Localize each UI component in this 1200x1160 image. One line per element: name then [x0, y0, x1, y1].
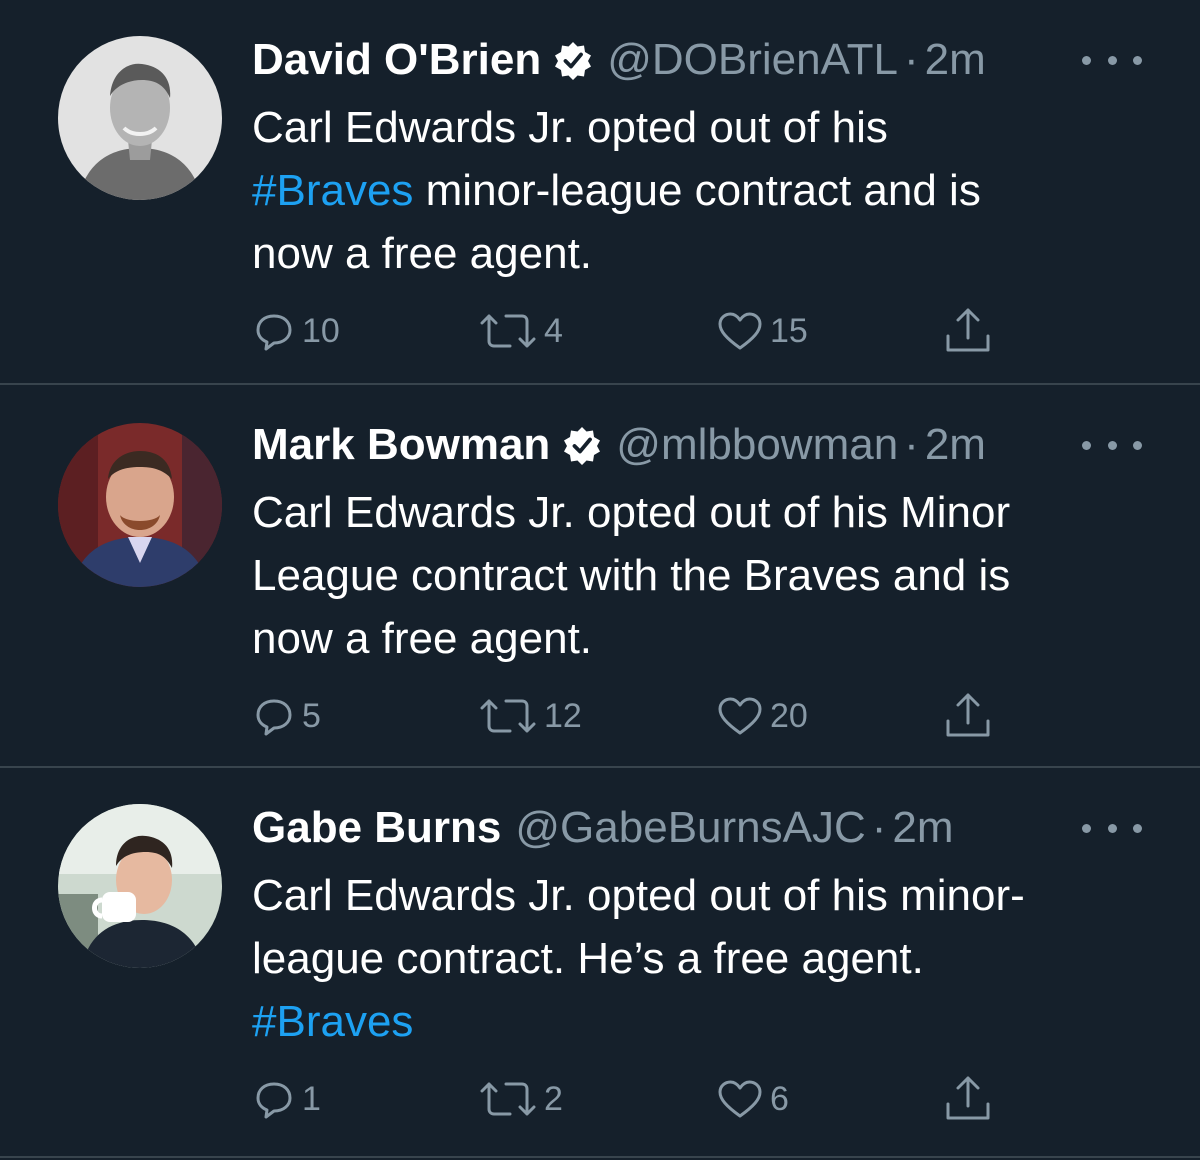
text-segment: now a free agent.: [252, 229, 593, 278]
retweet-icon: [480, 699, 536, 733]
text-segment: minor-league contract and is: [413, 166, 981, 215]
more-icon[interactable]: [1082, 42, 1142, 78]
tweet-feed: David O'Brien @DOBrienATL · 2m Carl Edwa…: [0, 0, 1200, 1160]
tweet-text: Carl Edwards Jr. opted out of his #Brave…: [252, 96, 1152, 285]
retweet-button[interactable]: 4: [478, 306, 563, 356]
tweet[interactable]: Mark Bowman @mlbbowman · 2m Carl Edwards…: [0, 385, 1200, 767]
timestamp[interactable]: 2m: [925, 30, 986, 90]
more-icon[interactable]: [1082, 427, 1142, 463]
avatar[interactable]: [58, 423, 222, 587]
tweet-actions: 5 12 20: [0, 691, 1200, 741]
tweet[interactable]: Gabe Burns @GabeBurnsAJC · 2m Carl Edwar…: [0, 768, 1200, 1158]
retweet-count: 2: [544, 1079, 563, 1118]
text-segment: now a free agent.: [252, 614, 593, 663]
tweet-actions: 10 4 15: [0, 306, 1200, 356]
tweet-header: David O'Brien @DOBrienATL · 2m: [252, 30, 986, 90]
like-button[interactable]: 15: [716, 306, 808, 356]
reply-count: 10: [302, 311, 340, 350]
tweet-text-line: league contract. He’s a free agent.: [252, 927, 1152, 990]
timestamp[interactable]: 2m: [892, 798, 953, 858]
like-icon: [718, 312, 762, 350]
user-handle[interactable]: @mlbbowman: [616, 415, 898, 475]
verified-badge-icon: [553, 40, 593, 80]
reply-button[interactable]: 10: [252, 306, 340, 356]
tweet-text-line: Carl Edwards Jr. opted out of his Minor: [252, 481, 1152, 544]
avatar[interactable]: [58, 36, 222, 200]
share-button[interactable]: [942, 1074, 994, 1124]
avatar-image: [58, 804, 222, 968]
reply-count: 5: [302, 696, 321, 735]
tweet-text-line: Carl Edwards Jr. opted out of his minor-: [252, 864, 1152, 927]
separator-dot: ·: [871, 803, 887, 852]
separator-dot: ·: [904, 420, 919, 469]
like-button[interactable]: 6: [716, 1074, 789, 1124]
display-name[interactable]: Gabe Burns: [252, 798, 501, 858]
retweet-button[interactable]: 2: [478, 1074, 563, 1124]
like-count: 6: [770, 1079, 789, 1118]
tweet-text-line: #Braves minor-league contract and is: [252, 159, 1152, 222]
tweet-text: Carl Edwards Jr. opted out of his Minor …: [252, 481, 1152, 670]
share-button[interactable]: [942, 306, 994, 356]
reply-icon: [256, 1082, 292, 1119]
retweet-count: 12: [544, 696, 582, 735]
retweet-icon: [480, 1082, 536, 1116]
tweet-text-line: Carl Edwards Jr. opted out of his: [252, 96, 1152, 159]
tweet-text-line: now a free agent.: [252, 222, 1152, 285]
tweet-header: Mark Bowman @mlbbowman · 2m: [252, 415, 986, 475]
retweet-button[interactable]: 12: [478, 691, 582, 741]
reply-button[interactable]: 1: [252, 1074, 321, 1124]
user-handle[interactable]: @DOBrienATL: [607, 30, 898, 90]
text-segment: Carl Edwards Jr. opted out of his: [252, 103, 888, 152]
retweet-count: 4: [544, 311, 563, 350]
tweet-text-line: now a free agent.: [252, 607, 1152, 670]
text-segment: league contract. He’s a free agent.: [252, 934, 924, 983]
like-button[interactable]: 20: [716, 691, 808, 741]
share-icon: [946, 693, 990, 737]
avatar[interactable]: [58, 804, 222, 968]
divider: [0, 1156, 1200, 1158]
like-icon: [718, 697, 762, 735]
like-count: 15: [770, 311, 808, 350]
more-icon[interactable]: [1082, 810, 1142, 846]
tweet-text-line: #Braves: [252, 990, 1152, 1053]
verified-badge-icon: [562, 425, 602, 465]
display-name[interactable]: David O'Brien: [252, 30, 541, 90]
text-segment: Carl Edwards Jr. opted out of his minor-: [252, 871, 1025, 920]
display-name[interactable]: Mark Bowman: [252, 415, 550, 475]
hashtag-link[interactable]: #Braves: [252, 997, 413, 1046]
avatar-image: [58, 423, 222, 587]
avatar-image: [58, 36, 222, 200]
share-icon: [946, 308, 990, 352]
retweet-icon: [480, 314, 536, 348]
hashtag-link[interactable]: #Braves: [252, 166, 413, 215]
user-handle[interactable]: @GabeBurnsAJC: [515, 798, 865, 858]
timestamp[interactable]: 2m: [925, 415, 986, 475]
text-segment: League contract with the Braves and is: [252, 551, 1011, 600]
share-icon: [946, 1076, 990, 1120]
reply-icon: [256, 699, 292, 736]
tweet-actions: 1 2 6: [0, 1074, 1200, 1124]
share-button[interactable]: [942, 691, 994, 741]
reply-icon: [256, 314, 292, 351]
reply-count: 1: [302, 1079, 321, 1118]
tweet-text-line: League contract with the Braves and is: [252, 544, 1152, 607]
tweet-header: Gabe Burns @GabeBurnsAJC · 2m: [252, 798, 954, 858]
tweet-text: Carl Edwards Jr. opted out of his minor-…: [252, 864, 1152, 1053]
like-count: 20: [770, 696, 808, 735]
reply-button[interactable]: 5: [252, 691, 321, 741]
separator-dot: ·: [904, 35, 919, 84]
text-segment: Carl Edwards Jr. opted out of his Minor: [252, 488, 1011, 537]
tweet[interactable]: David O'Brien @DOBrienATL · 2m Carl Edwa…: [0, 0, 1200, 384]
like-icon: [718, 1080, 762, 1118]
